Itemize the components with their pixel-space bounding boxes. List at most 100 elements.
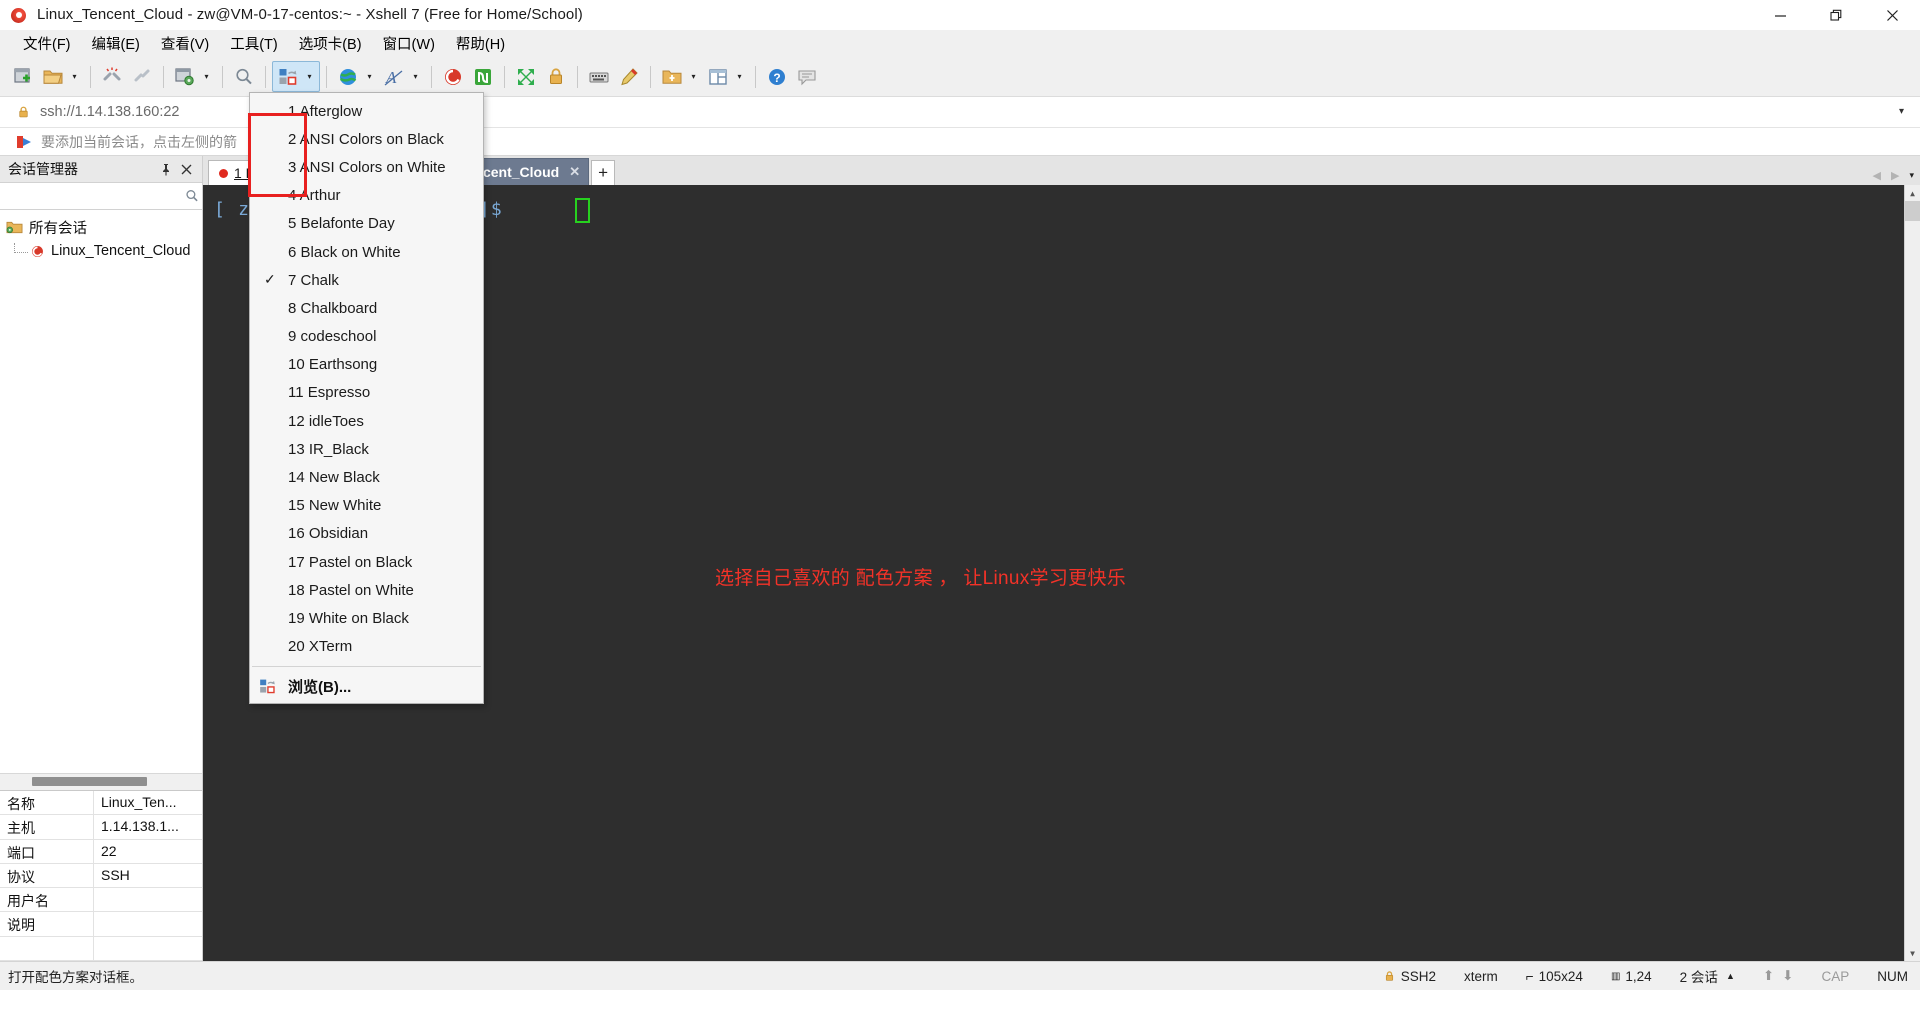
menu-item-scheme-19[interactable]: 19 White on Black	[250, 604, 483, 632]
reconnect-icon[interactable]	[127, 62, 156, 91]
tree-node-linux-tencent-cloud[interactable]: Linux_Tencent_Cloud	[0, 239, 202, 263]
property-key: 协议	[0, 863, 94, 888]
pin-icon[interactable]	[156, 159, 176, 179]
menu-item-scheme-7[interactable]: ✓ 7 Chalk	[250, 266, 483, 294]
tab-menu-icon[interactable]: ▾	[1909, 170, 1914, 181]
menu-item-scheme-20[interactable]: 20 XTerm	[250, 633, 483, 661]
layout-icon[interactable]	[703, 62, 732, 91]
close-panel-icon[interactable]	[176, 159, 196, 179]
menu-item-scheme-11[interactable]: 11 Espresso	[250, 379, 483, 407]
disconnect-icon[interactable]	[97, 62, 126, 91]
pos-icon: ▥	[1610, 970, 1621, 982]
tab-next-icon[interactable]: ▶	[1891, 169, 1899, 182]
font-caret-icon[interactable]: ▾	[409, 62, 422, 91]
chevron-up-icon[interactable]: ▲	[1726, 971, 1735, 981]
maximize-button[interactable]	[1808, 0, 1864, 30]
menu-tools[interactable]: 工具(T)	[221, 30, 287, 57]
new-session-icon[interactable]	[8, 62, 37, 91]
session-search-row[interactable]	[0, 183, 202, 210]
menu-item-scheme-3[interactable]: 3 ANSI Colors on White	[250, 153, 483, 181]
menu-item-scheme-9[interactable]: 9 codeschool	[250, 323, 483, 351]
scroll-up-icon[interactable]: ▲	[1905, 185, 1920, 201]
tree-node-all-sessions[interactable]: 所有会话	[0, 215, 202, 239]
new-tab-button[interactable]: +	[591, 160, 616, 185]
search-input[interactable]	[4, 187, 184, 205]
menu-view[interactable]: 查看(V)	[152, 30, 218, 57]
font-icon[interactable]: A	[379, 62, 408, 91]
sessions-label: 2 会话	[1679, 970, 1718, 985]
menu-help[interactable]: 帮助(H)	[447, 30, 514, 57]
layout-caret-icon[interactable]: ▾	[733, 62, 746, 91]
property-value: Linux_Ten...	[101, 793, 177, 810]
color-scheme-icon[interactable]	[273, 62, 302, 91]
address-value[interactable]: ssh://1.14.138.160:22	[40, 104, 179, 120]
table-row: 名称 Linux_Ten...	[0, 790, 202, 816]
menu-window[interactable]: 窗口(W)	[374, 30, 444, 57]
menu-item-scheme-18[interactable]: 18 Pastel on White	[250, 576, 483, 604]
tab-prev-icon[interactable]: ◀	[1873, 169, 1881, 182]
menu-item-scheme-13[interactable]: 13 IR_Black	[250, 435, 483, 463]
transfer-icon[interactable]	[657, 62, 686, 91]
open-folder-caret-icon[interactable]: ▾	[68, 62, 81, 91]
encoding-globe-icon[interactable]	[333, 62, 362, 91]
session-manager-header: 会话管理器	[0, 156, 202, 183]
minimize-button[interactable]	[1752, 0, 1808, 30]
protocol-label: SSH2	[1400, 968, 1436, 984]
menu-item-browse[interactable]: 浏览(B)...	[250, 671, 483, 703]
menu-file[interactable]: 文件(F)	[14, 30, 80, 57]
session-properties-caret-icon[interactable]: ▾	[200, 62, 213, 91]
scrollbar-thumb[interactable]	[32, 777, 147, 787]
terminal-vertical-scrollbar[interactable]: ▲ ▼	[1904, 185, 1920, 961]
menu-item-scheme-10[interactable]: 10 Earthsong	[250, 351, 483, 379]
lock-icon[interactable]	[541, 62, 570, 91]
color-scheme-button-group[interactable]: ▾	[272, 61, 320, 92]
cursor-pos-label: 1,24	[1625, 968, 1652, 984]
menu-item-scheme-12[interactable]: 12 idleToes	[250, 407, 483, 435]
menu-item-scheme-14[interactable]: 14 New Black	[250, 463, 483, 491]
xshell-swirl-icon[interactable]	[438, 62, 467, 91]
table-row: 主机 1.14.138.1...	[0, 815, 202, 840]
menu-item-scheme-6[interactable]: 6 Black on White	[250, 238, 483, 266]
menu-item-scheme-15[interactable]: 15 New White	[250, 492, 483, 520]
menu-edit[interactable]: 编辑(E)	[83, 30, 149, 57]
scroll-down-icon[interactable]: ▼	[1905, 945, 1920, 961]
sidebar-horizontal-scrollbar[interactable]	[0, 772, 202, 790]
folder-gear-icon	[6, 220, 23, 235]
menu-tabs[interactable]: 选项卡(B)	[290, 30, 371, 57]
highlight-pen-icon[interactable]	[614, 62, 643, 91]
tree-connector	[14, 242, 28, 253]
address-caret-icon[interactable]: ▾	[1899, 106, 1904, 117]
status-transfer: ⬆ ⬇	[1749, 968, 1808, 984]
find-icon[interactable]	[229, 62, 258, 91]
menu-item-scheme-8[interactable]: 8 Chalkboard	[250, 294, 483, 322]
menu-item-scheme-1[interactable]: 1 Afterglow	[250, 97, 483, 125]
menu-item-scheme-5[interactable]: 5 Belafonte Day	[250, 210, 483, 238]
search-icon[interactable]	[184, 188, 200, 204]
window-title: Linux_Tencent_Cloud - zw@VM-0-17-centos:…	[37, 6, 583, 23]
status-sessions[interactable]: 2 会话 ▲	[1666, 966, 1749, 986]
menu-item-scheme-4[interactable]: 4 Arthur	[250, 182, 483, 210]
menu-item-scheme-16[interactable]: 16 Obsidian	[250, 520, 483, 548]
encoding-caret-icon[interactable]: ▾	[363, 62, 376, 91]
menu-item-scheme-2[interactable]: 2 ANSI Colors on Black	[250, 125, 483, 153]
property-value	[94, 912, 202, 935]
color-scheme-caret-icon[interactable]: ▾	[303, 62, 316, 91]
property-value	[94, 888, 202, 911]
table-row	[0, 936, 202, 961]
help-icon[interactable]: ?	[762, 62, 791, 91]
close-button[interactable]	[1864, 0, 1920, 30]
fullscreen-icon[interactable]	[511, 62, 540, 91]
keyboard-icon[interactable]	[584, 62, 613, 91]
transfer-caret-icon[interactable]: ▾	[687, 62, 700, 91]
menu-separator	[252, 665, 481, 667]
comment-icon[interactable]	[792, 62, 821, 91]
scrollbar-thumb[interactable]	[1905, 201, 1920, 221]
title-bar: Linux_Tencent_Cloud - zw@VM-0-17-centos:…	[0, 0, 1920, 30]
toolbar-separator	[265, 65, 266, 88]
open-folder-icon[interactable]	[38, 62, 67, 91]
menu-item-scheme-17[interactable]: 17 Pastel on Black	[250, 548, 483, 576]
session-properties-icon[interactable]	[170, 62, 199, 91]
close-icon[interactable]: ✕	[569, 164, 580, 180]
xshell-swirl-icon	[9, 5, 29, 25]
xftp-icon[interactable]	[468, 62, 497, 91]
